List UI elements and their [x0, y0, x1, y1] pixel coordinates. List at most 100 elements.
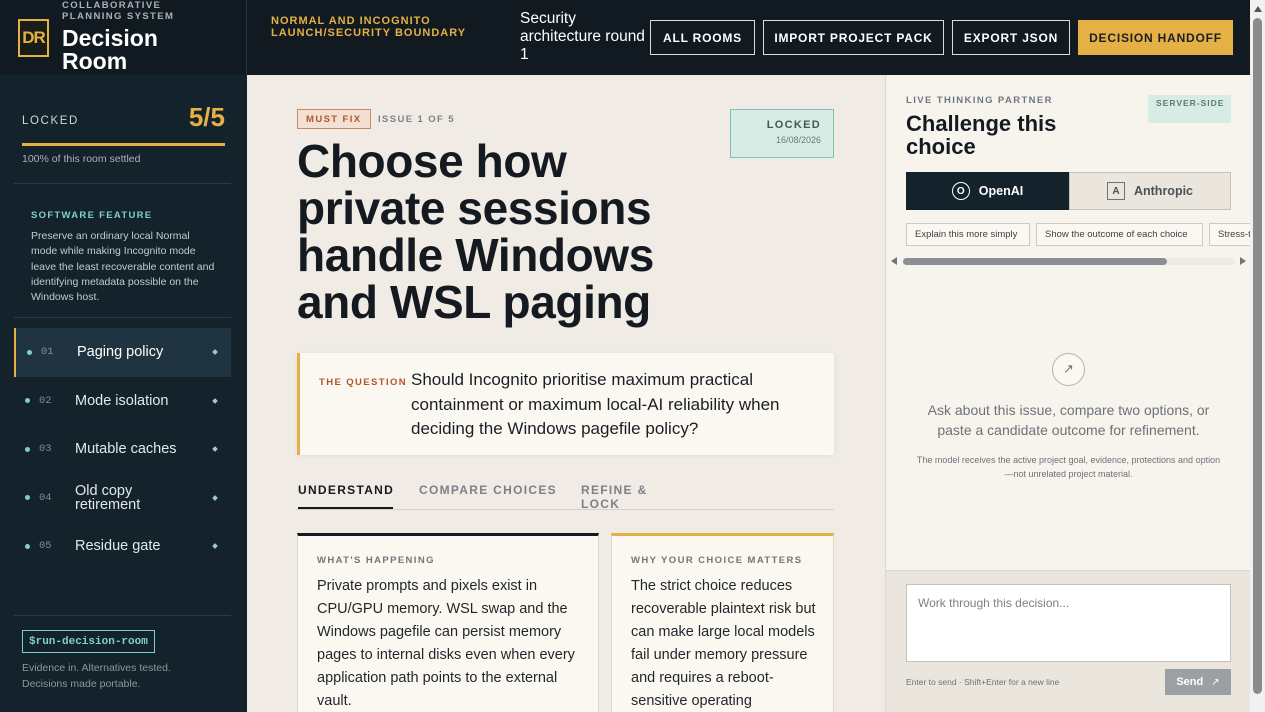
feature-text: Preserve an ordinary local Normal mode w… [31, 230, 215, 304]
sidebar-item-mutable-caches[interactable]: 03 Mutable caches [14, 425, 231, 474]
sidebar-item-label: Mutable caches [75, 441, 177, 458]
sidebar-item-number: 03 [39, 443, 52, 456]
status-dot [25, 495, 30, 501]
locked-count: 5/5 [188, 102, 225, 132]
sidebar-item-label: Mode isolation [75, 392, 169, 409]
status-dot [25, 543, 30, 549]
question-text: Should Incognito prioritise maximum prac… [411, 370, 780, 438]
provider-openai-button[interactable]: O OpenAI [906, 172, 1069, 210]
send-button[interactable]: Send ↗ [1165, 669, 1231, 695]
status-date: 16/08/2026 [775, 135, 821, 145]
sidebar-item-number: 04 [39, 491, 52, 504]
status-badge: Locked 16/08/2026 [730, 109, 834, 158]
card-kicker: WHY YOUR CHOICE MATTERS [631, 555, 803, 566]
sidebar: LOCKED 5/5 100% of this room settled SOF… [0, 75, 247, 712]
arrow-up-right-icon: ↗ [1211, 676, 1220, 688]
scroll-up-arrow-icon[interactable] [1254, 6, 1262, 12]
suggestion-chip[interactable]: Show the outcome of each choice [1036, 223, 1203, 246]
tabs-divider [297, 509, 834, 510]
sidebar-item-old-copy-retirement[interactable]: 04 Old copy retirement [14, 474, 231, 523]
main-content: MUST FIX ISSUE 1 OF 5 Locked 16/08/2026 … [247, 75, 885, 712]
page-title: Choose how private sessions handle Windo… [297, 135, 654, 328]
status-label: Locked [766, 119, 821, 131]
sidebar-item-number: 02 [39, 394, 52, 407]
question-card: THE QUESTION Should Incognito prioritise… [297, 353, 834, 455]
decision-input[interactable] [906, 584, 1231, 662]
thinking-partner-panel: LIVE THINKING PARTNER Challenge this cho… [885, 75, 1251, 712]
brand-title: Decision Room [62, 25, 158, 74]
sidebar-item-residue-gate[interactable]: 05 Residue gate [14, 522, 231, 571]
status-dot [25, 398, 30, 404]
lock-note: 100% of this room settled [22, 153, 141, 165]
status-dot [27, 349, 32, 355]
all-rooms-button[interactable]: ALL ROOMS [650, 20, 755, 55]
composer: Enter to send · Shift+Enter for a new li… [886, 570, 1250, 712]
sidebar-item-number: 05 [39, 540, 52, 553]
sidebar-item-label: Old copy retirement [75, 482, 141, 513]
why-choice-matters-card: WHY YOUR CHOICE MATTERS The strict choic… [611, 533, 834, 712]
diamond-icon [212, 543, 218, 550]
feature-kicker: SOFTWARE FEATURE [31, 210, 153, 221]
suggestion-chip[interactable]: Explain this more simply [906, 223, 1030, 246]
scroll-right-arrow-icon[interactable] [1240, 257, 1246, 265]
round-title: Security architecture round 1 [520, 10, 645, 63]
top-bar: DR COLLABORATIVE PLANNING SYSTEM Decisio… [0, 0, 1250, 75]
suggestion-chip[interactable]: Stress-t [1209, 223, 1251, 246]
status-dot [25, 446, 30, 452]
page-scrollbar-thumb[interactable] [1253, 18, 1262, 694]
export-json-button[interactable]: EXPORT JSON [952, 20, 1070, 55]
card-text: The strict choice reduces recoverable pl… [631, 578, 816, 709]
composer-hint: Enter to send · Shift+Enter for a new li… [906, 677, 1060, 687]
diamond-icon [212, 349, 218, 356]
diamond-icon [212, 397, 218, 404]
provider-anthropic-button[interactable]: A Anthropic [1069, 172, 1231, 210]
divider [14, 615, 231, 616]
brand-subtitle: COLLABORATIVE PLANNING SYSTEM [62, 0, 175, 22]
provider-label: OpenAI [978, 184, 1024, 198]
import-project-pack-button[interactable]: IMPORT PROJECT PACK [763, 20, 944, 55]
chips-scrollbar-thumb[interactable] [903, 258, 1167, 265]
partner-title: Challenge this choice [906, 111, 1057, 159]
brand: DR COLLABORATIVE PLANNING SYSTEM Decisio… [0, 0, 247, 75]
provider-label: Anthropic [1133, 184, 1194, 198]
sidebar-item-label: Residue gate [75, 538, 161, 555]
sidebar-item-mode-isolation[interactable]: 02 Mode isolation [14, 377, 231, 426]
card-text: Private prompts and pixels exist in CPU/… [317, 578, 575, 709]
chips-scrollbar[interactable] [903, 258, 1234, 265]
brand-logo: DR [18, 19, 49, 57]
decision-handoff-button[interactable]: DECISION HANDOFF [1078, 20, 1233, 55]
anthropic-icon: A [1106, 182, 1125, 200]
sidebar-item-number: 01 [41, 346, 54, 359]
sidebar-item-paging-policy[interactable]: 01 Paging policy [14, 328, 231, 377]
empty-state-title: Ask about this issue, compare two option… [927, 402, 1210, 438]
priority-badge: MUST FIX [297, 109, 371, 129]
whats-happening-card: WHAT'S HAPPENING Private prompts and pix… [297, 533, 599, 712]
issue-number: ISSUE 1 OF 5 [378, 114, 455, 125]
diamond-icon [212, 494, 218, 501]
divider [14, 317, 231, 318]
question-kicker: THE QUESTION [319, 377, 408, 388]
lock-progress-bar [22, 143, 225, 146]
card-kicker: WHAT'S HAPPENING [317, 555, 435, 566]
send-label: Send [1176, 676, 1204, 688]
page-scrollbar[interactable] [1250, 0, 1265, 712]
partner-kicker: LIVE THINKING PARTNER [906, 95, 1053, 106]
locked-label: LOCKED [22, 115, 79, 127]
sidebar-item-label: Paging policy [77, 344, 164, 361]
server-side-badge: SERVER-SIDE [1148, 95, 1231, 123]
issue-nav: 01 Paging policy 02 Mode isolation 03 Mu… [14, 328, 231, 571]
empty-state-note: The model receives the active project go… [916, 455, 1221, 479]
tagline: Evidence in. Alternatives tested. Decisi… [22, 662, 171, 690]
issue-tabs: UNDERSTAND COMPARE CHOICES REFINE & LOCK [297, 483, 834, 511]
suggestion-chips: Explain this more simply Show the outcom… [906, 223, 1251, 247]
lock-progress-fill [22, 143, 225, 146]
divider [14, 183, 231, 184]
tab-refine-lock[interactable]: REFINE & LOCK [581, 483, 691, 511]
diamond-icon [212, 446, 218, 453]
scroll-left-arrow-icon[interactable] [891, 257, 897, 265]
boundary-label: NORMAL AND INCOGNITO LAUNCH/SECURITY BOU… [271, 15, 467, 39]
tab-understand[interactable]: UNDERSTAND [298, 483, 393, 509]
tab-compare-choices[interactable]: COMPARE CHOICES [419, 483, 559, 509]
run-command-tag[interactable]: $run-decision-room [22, 630, 155, 653]
openai-icon: O [951, 182, 970, 200]
